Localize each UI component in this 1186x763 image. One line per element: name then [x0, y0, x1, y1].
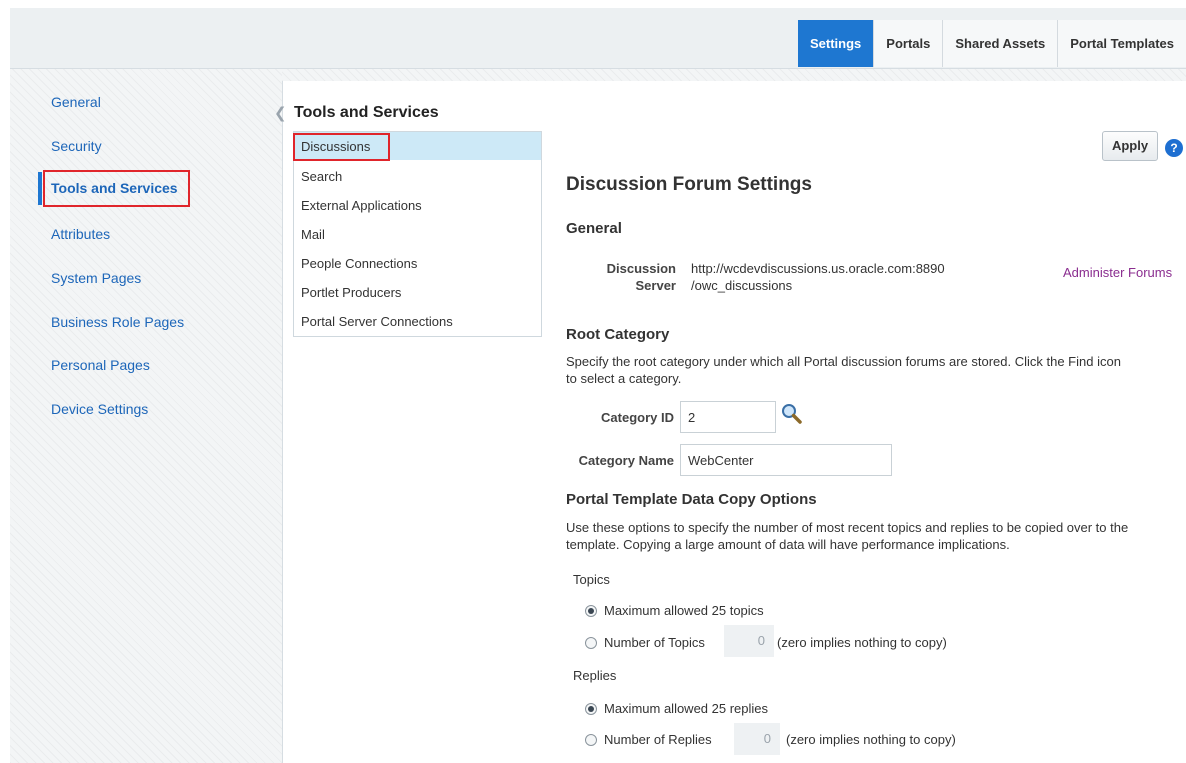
replies-number-field[interactable]: 0: [734, 723, 780, 755]
sidebar-item-business-role-pages[interactable]: Business Role Pages: [51, 314, 184, 330]
service-item-portlet-producers[interactable]: Portlet Producers: [301, 285, 401, 300]
tab-settings[interactable]: Settings: [797, 20, 874, 67]
tab-portal-templates[interactable]: Portal Templates: [1057, 20, 1186, 67]
topics-number-label: Number of Topics: [604, 635, 705, 650]
sidebar-item-attributes[interactable]: Attributes: [51, 226, 110, 242]
replies-max-label: Maximum allowed 25 replies: [604, 701, 769, 716]
replies-number-radio[interactable]: [585, 734, 597, 746]
section-title-general: General: [566, 220, 622, 237]
discussion-server-label-line2: Server: [635, 278, 676, 293]
root-category-description-line2: to select a category.: [566, 371, 682, 386]
replies-hint: (zero implies nothing to copy): [786, 732, 956, 747]
sidebar-active-indicator: [38, 172, 42, 205]
copy-options-description-line1: Use these options to specify the number …: [566, 520, 1129, 535]
topics-number-field[interactable]: 0: [724, 625, 774, 657]
sidebar-item-system-pages[interactable]: System Pages: [51, 270, 141, 286]
help-icon[interactable]: ?: [1165, 139, 1183, 157]
apply-button[interactable]: Apply: [1102, 131, 1158, 161]
section-title-copy-options: Portal Template Data Copy Options: [566, 491, 817, 508]
discussion-server-label-line1: Discussion: [606, 261, 676, 276]
tab-portals[interactable]: Portals: [873, 20, 943, 67]
sidebar-item-general[interactable]: General: [51, 94, 101, 110]
top-navigation-bar: Settings Portals Shared Assets Portal Te…: [10, 8, 1186, 69]
service-item-people-connections[interactable]: People Connections: [301, 256, 417, 271]
main-tabs: Settings Portals Shared Assets Portal Te…: [797, 20, 1186, 67]
topics-number-radio[interactable]: [585, 637, 597, 649]
category-id-field[interactable]: [680, 401, 776, 433]
collapse-chevron-icon[interactable]: ❮: [274, 104, 287, 122]
panel-title: Tools and Services: [294, 104, 439, 121]
find-search-icon[interactable]: [781, 403, 803, 425]
topics-label: Topics: [573, 572, 610, 587]
administer-forums-link[interactable]: Administer Forums: [1063, 265, 1172, 280]
service-item-portal-server-connections[interactable]: Portal Server Connections: [301, 314, 453, 329]
section-title-root-category: Root Category: [566, 326, 670, 343]
sidebar-item-personal-pages[interactable]: Personal Pages: [51, 357, 150, 373]
highlight-box-discussions: [293, 133, 390, 161]
service-item-search[interactable]: Search: [301, 169, 342, 184]
category-name-field[interactable]: [680, 444, 892, 476]
root-category-description-line1: Specify the root category under which al…: [566, 354, 1121, 369]
topics-max-radio[interactable]: [585, 605, 597, 617]
sidebar-item-device-settings[interactable]: Device Settings: [51, 401, 148, 417]
copy-options-description-line2: template. Copying a large amount of data…: [566, 537, 1010, 552]
topics-hint: (zero implies nothing to copy): [777, 635, 947, 650]
replies-label: Replies: [573, 668, 617, 683]
discussion-server-url-line1: http://wcdevdiscussions.us.oracle.com:88…: [691, 261, 945, 276]
sidebar-item-security[interactable]: Security: [51, 138, 102, 154]
service-item-mail[interactable]: Mail: [301, 227, 325, 242]
category-id-label: Category ID: [601, 410, 674, 425]
topics-max-label: Maximum allowed 25 topics: [604, 603, 764, 618]
category-name-label: Category Name: [578, 453, 674, 468]
services-list: Discussions Search External Applications…: [293, 131, 542, 337]
replies-max-radio[interactable]: [585, 703, 597, 715]
discussion-server-url-line2: /owc_discussions: [691, 278, 793, 293]
tab-shared-assets[interactable]: Shared Assets: [942, 20, 1058, 67]
highlight-box-sidebar: [43, 170, 190, 207]
service-item-external-applications[interactable]: External Applications: [301, 198, 422, 213]
page-title: Discussion Forum Settings: [566, 174, 812, 195]
replies-number-label: Number of Replies: [604, 732, 712, 747]
content-top-strip: [282, 69, 1186, 81]
